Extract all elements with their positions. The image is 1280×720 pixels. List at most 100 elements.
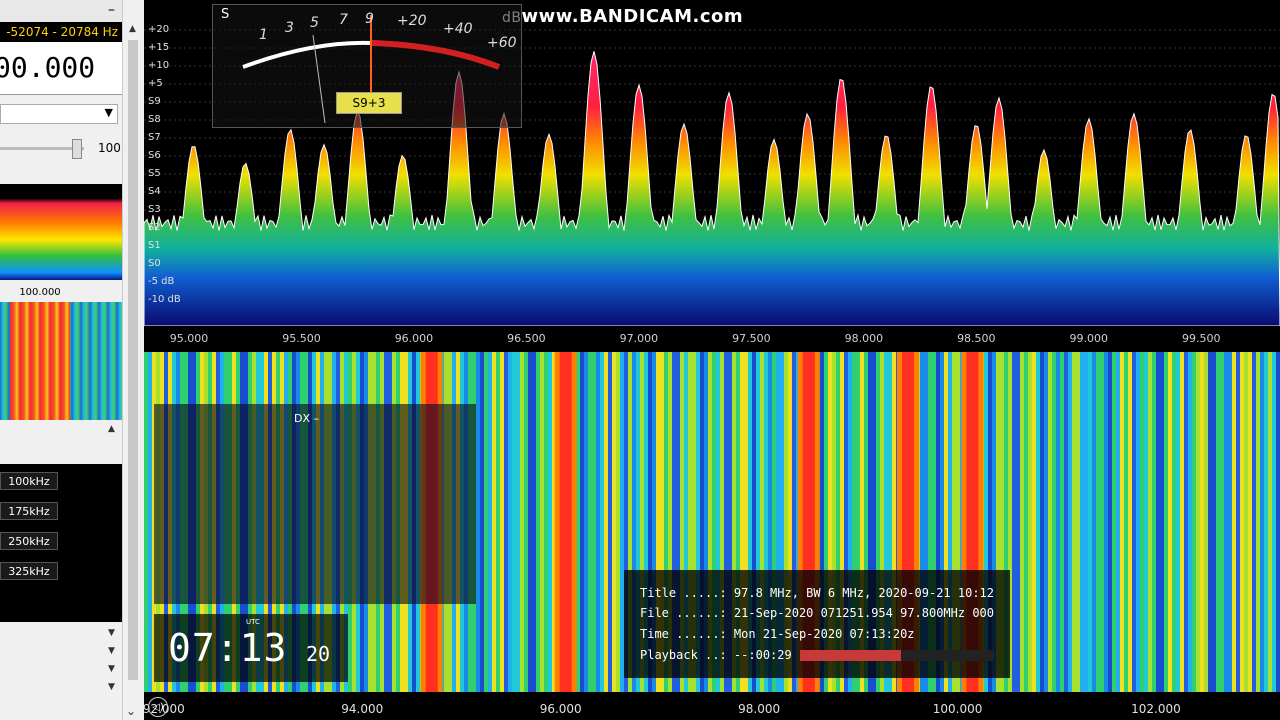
chevron-down-icon[interactable]: ▼: [108, 628, 115, 638]
chevron-down-icon[interactable]: ▼: [108, 682, 115, 692]
waterfall-column: [1060, 352, 1064, 692]
waterfall-column: [1200, 352, 1204, 692]
waterfall-column: [1104, 352, 1108, 692]
waterfall-column: [1252, 352, 1256, 692]
scroll-up-icon[interactable]: ▲: [129, 24, 136, 34]
spectrum-y-label: S1: [148, 240, 161, 251]
chevron-up-icon[interactable]: ▲: [108, 424, 115, 434]
volume-slider-thumb[interactable]: [72, 139, 82, 159]
spectrum-x-tick: 97.000: [619, 332, 659, 345]
waterfall-column: [1240, 352, 1244, 692]
mode-dropdown[interactable]: ▼: [0, 104, 118, 124]
info-title: Title .....: 97.8 MHz, BW 6 MHz, 2020-09…: [640, 586, 995, 600]
waterfall-column: [1036, 352, 1040, 692]
panel-scrollbar[interactable]: ▲ ⌄: [122, 0, 144, 720]
spectrum-y-label: -10 dB: [148, 294, 181, 305]
spectrum-x-tick: 99.000: [1069, 332, 1109, 345]
spectrum-y-label: S6: [148, 150, 161, 161]
spectrum-y-label: S9: [148, 96, 161, 107]
waterfall-column: [1156, 352, 1160, 692]
waterfall-column: [1040, 352, 1044, 692]
waterfall-column: [584, 352, 588, 692]
waterfall-column: [1024, 352, 1028, 692]
waterfall-column: [1012, 352, 1016, 692]
waterfall-column: [1244, 352, 1248, 692]
waterfall-column: [1224, 352, 1228, 692]
bandwidth-button-250[interactable]: 250kHz: [0, 532, 58, 550]
chevron-down-icon[interactable]: ▼: [108, 646, 115, 656]
panel-titlebar: [0, 0, 122, 22]
audio-play-icon[interactable]: ◁): [148, 697, 168, 717]
bandwidth-button-175[interactable]: 175kHz: [0, 502, 58, 520]
waterfall-column: [1112, 352, 1116, 692]
waterfall-column: [1160, 352, 1164, 692]
waterfall-column: [1272, 352, 1276, 692]
waterfall-column: [484, 352, 488, 692]
waterfall-column: [1124, 352, 1128, 692]
playback-progress-bar[interactable]: [800, 650, 994, 661]
waterfall-column: [1044, 352, 1048, 692]
watermark: dBwww.BANDICAM.com: [502, 6, 743, 27]
waterfall-column: [516, 352, 520, 692]
waterfall-column: [1168, 352, 1172, 692]
spectrum-y-label: S5: [148, 168, 161, 179]
s-meter-scale-3: 3: [285, 20, 294, 36]
waterfall-column: [480, 352, 484, 692]
waterfall-column: [476, 352, 480, 692]
waterfall-column: [1032, 352, 1036, 692]
minimize-button[interactable]: –: [108, 2, 115, 18]
playback-progress-fill: [800, 650, 901, 661]
waterfall-column: [608, 352, 612, 692]
waterfall-column: [1192, 352, 1196, 692]
bandwidth-panel: 100kHz 175kHz 250kHz 325kHz: [0, 464, 122, 622]
waterfall-column: [616, 352, 620, 692]
waterfall-column: [1096, 352, 1100, 692]
waterfall-column: [1276, 352, 1280, 692]
waterfall-column: [1108, 352, 1112, 692]
chevron-down-icon[interactable]: ▼: [108, 664, 115, 674]
s-meter-scale-plus40: +40: [443, 21, 473, 37]
s-meter-scale-1: 1: [259, 27, 268, 43]
spectrum-y-label: S8: [148, 114, 161, 125]
waterfall-column: [1072, 352, 1076, 692]
waterfall-column: [1132, 352, 1136, 692]
waterfall-column: [1144, 352, 1148, 692]
waterfall-column: [144, 352, 148, 692]
mini-spectrum: [0, 184, 122, 280]
waterfall-column: [1140, 352, 1144, 692]
waterfall-column: [544, 352, 548, 692]
spectrum-y-label: S4: [148, 186, 161, 197]
s-meter-reading: S9+3: [336, 92, 402, 114]
s-meter-scale-9: 9: [365, 11, 374, 27]
waterfall-column: [548, 352, 552, 692]
waterfall-column: [1216, 352, 1220, 692]
spectrum-y-label: +20: [148, 24, 170, 35]
bandwidth-button-100[interactable]: 100kHz: [0, 472, 58, 490]
spectrum-x-tick: 98.000: [844, 332, 884, 345]
waterfall-column: [1184, 352, 1188, 692]
waterfall-column: [1084, 352, 1088, 692]
scroll-down-icon[interactable]: ⌄: [126, 704, 136, 718]
waterfall-column: [1196, 352, 1200, 692]
bandwidth-button-325[interactable]: 325kHz: [0, 562, 58, 580]
waterfall-column: [1100, 352, 1104, 692]
info-time: Time ......: Mon 21-Sep-2020 07:13:20z: [640, 627, 915, 641]
waterfall-column: [1028, 352, 1032, 692]
spectrum-y-label: +5: [148, 78, 163, 89]
frequency-display[interactable]: 00.000: [0, 42, 122, 95]
waterfall-column: [1264, 352, 1268, 692]
s-meter-scale-plus20: +20: [397, 13, 427, 29]
waterfall-column: [532, 352, 536, 692]
waterfall-column: [1116, 352, 1120, 692]
spectrum-x-tick: 96.000: [394, 332, 434, 345]
waterfall-column: [1136, 352, 1140, 692]
spectrum-y-label: S3: [148, 204, 161, 215]
spectrum-y-label: S2: [148, 222, 161, 233]
waterfall-column: [1128, 352, 1132, 692]
waterfall-column: [504, 352, 508, 692]
scrollbar-thumb[interactable]: [128, 40, 138, 680]
waterfall-column: [1268, 352, 1272, 692]
frequency-range-readout: -52074 - 20784 Hz: [0, 22, 122, 42]
waterfall-column: [1212, 352, 1216, 692]
clock-seconds: 20: [306, 642, 331, 666]
